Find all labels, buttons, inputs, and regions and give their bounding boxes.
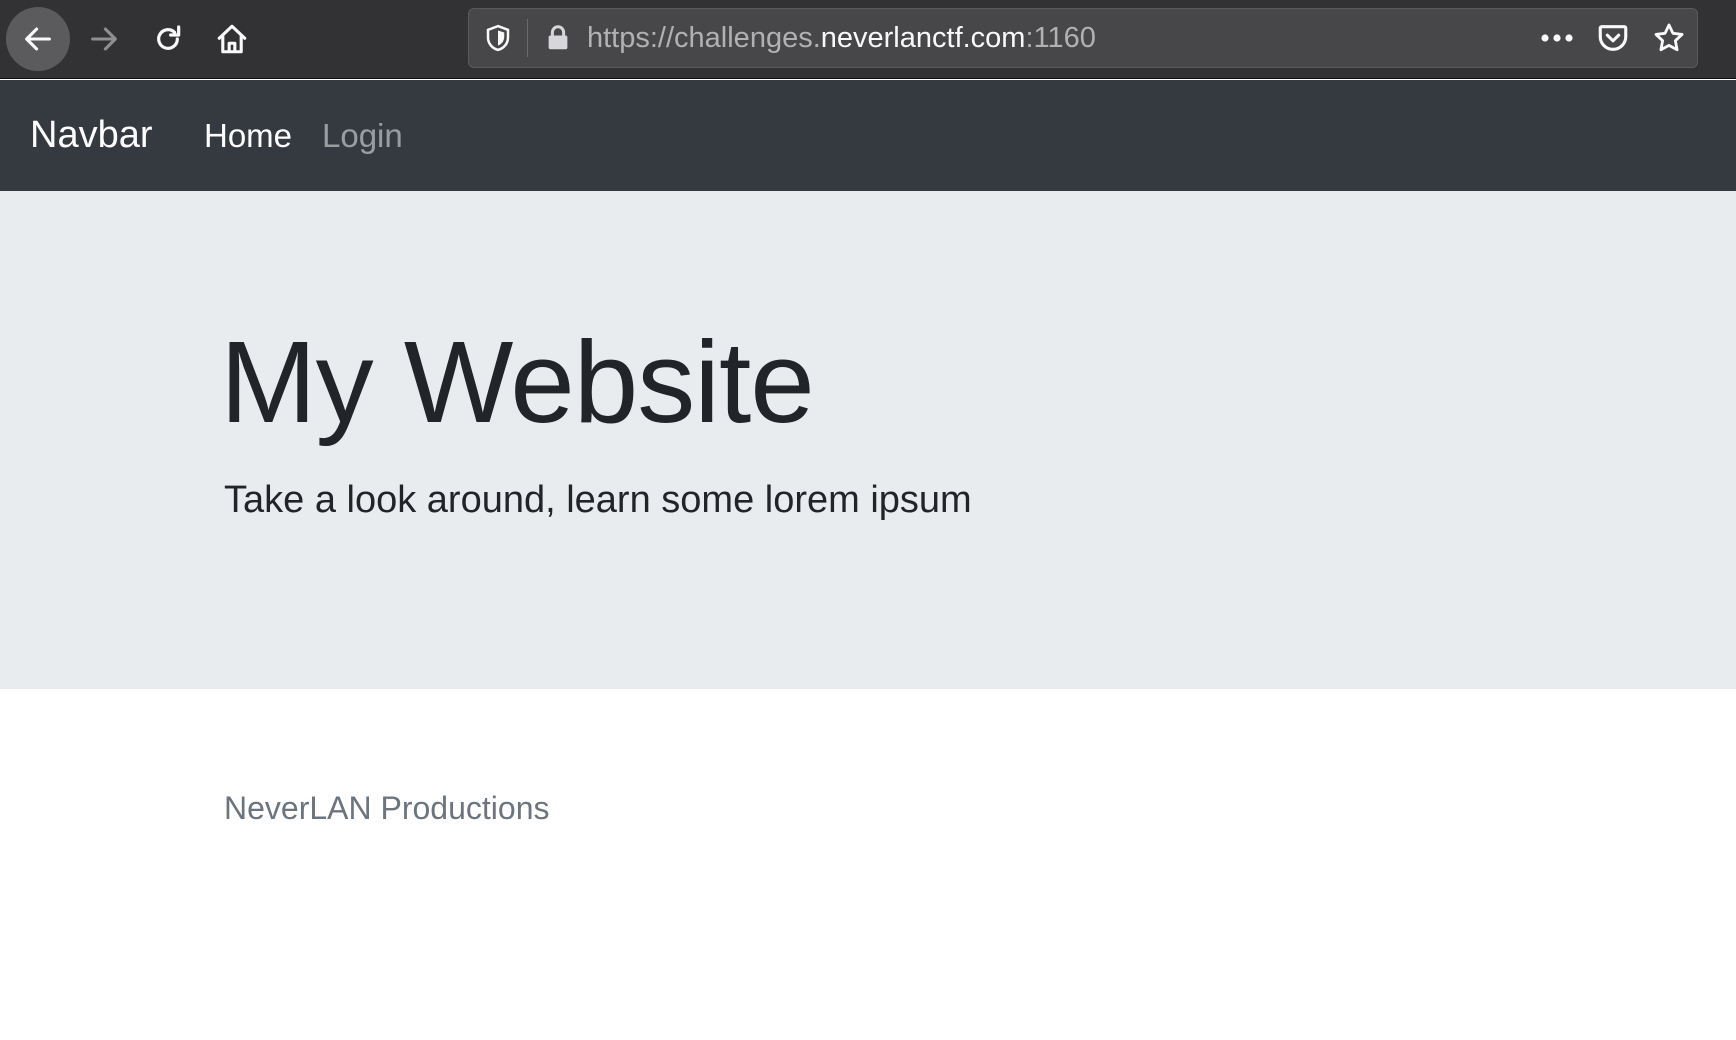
url-actions <box>1529 9 1697 67</box>
arrow-left-icon <box>25 27 51 51</box>
back-button[interactable] <box>6 7 70 71</box>
url-divider <box>527 19 528 57</box>
lead-text: Take a look around, learn some lorem ips… <box>224 479 972 521</box>
bookmark-button[interactable] <box>1641 9 1697 67</box>
more-dots-icon <box>1541 34 1573 42</box>
pocket-icon <box>1598 25 1628 51</box>
navbar-brand[interactable]: Navbar <box>30 80 153 191</box>
nav-link-home[interactable]: Home <box>204 80 292 191</box>
url-text[interactable]: https://challenges.neverlanctf.com:1160 <box>587 9 1096 67</box>
page-title: My Website <box>220 317 815 447</box>
url-host: neverlanctf.com <box>820 22 1026 54</box>
star-icon <box>1654 23 1684 52</box>
home-icon <box>217 24 247 54</box>
footer-text: NeverLAN Productions <box>224 790 550 826</box>
pocket-button[interactable] <box>1585 9 1641 67</box>
browser-toolbar: https://challenges.neverlanctf.com:1160 <box>0 0 1736 79</box>
nav-link-login[interactable]: Login <box>322 80 403 191</box>
site-navbar: Navbar Home Login <box>0 80 1736 191</box>
reload-icon <box>157 25 181 50</box>
jumbotron: My Website Take a look around, learn som… <box>0 191 1736 689</box>
arrow-right-icon <box>91 27 117 51</box>
home-button[interactable] <box>200 7 264 71</box>
shield-icon[interactable] <box>483 23 513 53</box>
reload-button[interactable] <box>136 7 200 71</box>
page-actions-button[interactable] <box>1529 9 1585 67</box>
url-prefix: https://challenges. <box>587 22 821 54</box>
forward-button[interactable] <box>72 7 136 71</box>
lock-icon[interactable] <box>543 23 573 53</box>
url-suffix: :1160 <box>1025 22 1096 54</box>
address-bar[interactable]: https://challenges.neverlanctf.com:1160 <box>468 8 1698 68</box>
